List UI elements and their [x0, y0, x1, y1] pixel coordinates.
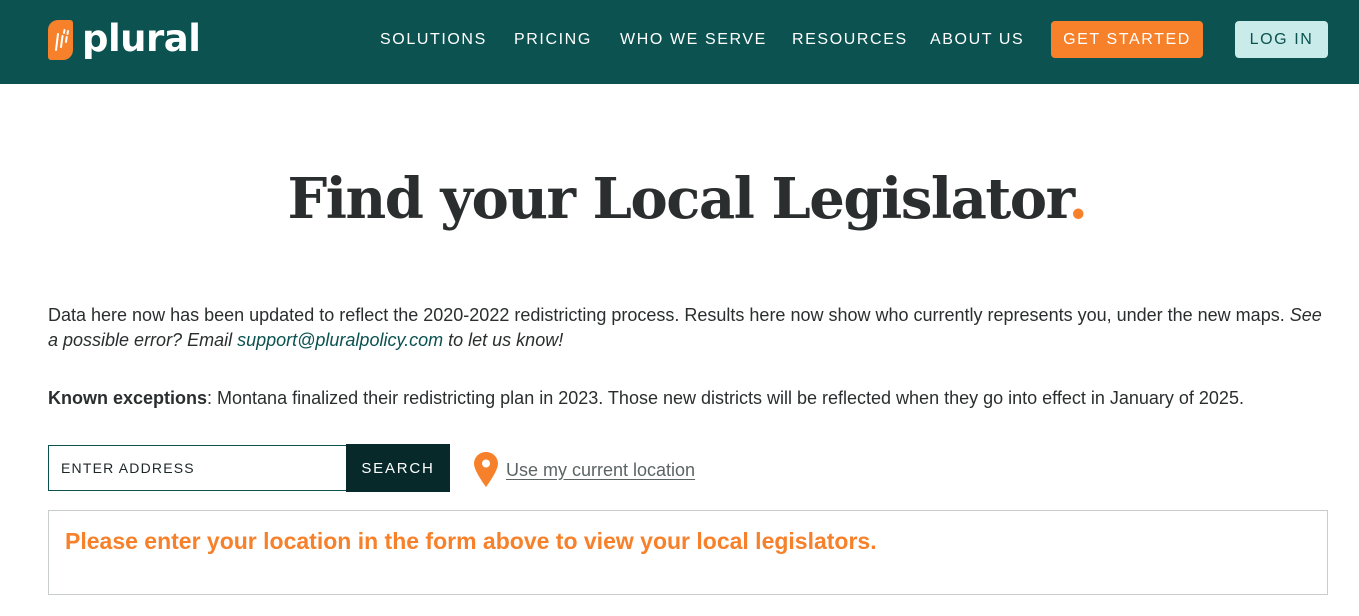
nav-pricing[interactable]: PRICING: [514, 30, 590, 50]
map-pin-icon: [474, 452, 498, 487]
nav-who-we-serve[interactable]: WHO WE SERVE: [620, 30, 765, 50]
logo-wordmark: plural: [82, 16, 201, 60]
notice-text: Data here now has been updated to reflec…: [48, 305, 1285, 325]
use-current-location-label: Use my current location: [506, 459, 696, 480]
redistricting-notice: Data here now has been updated to reflec…: [48, 303, 1328, 353]
known-exceptions-label: Known exceptions: [48, 388, 208, 408]
nav-about-us[interactable]: ABOUT US: [930, 30, 1023, 50]
plural-logo-icon: [48, 20, 73, 60]
main-nav: SOLUTIONS PRICING WHO WE SERVE RESOURCES…: [380, 30, 1052, 50]
nav-resources[interactable]: RESOURCES: [792, 30, 906, 50]
get-started-button[interactable]: GET STARTED: [1051, 21, 1203, 58]
page-title: Find your Local Legislator.: [0, 160, 1359, 238]
error-prompt-suffix: to let us know!: [448, 330, 564, 350]
address-input[interactable]: [48, 445, 347, 491]
title-accent-dot: .: [1068, 166, 1088, 232]
results-panel: Please enter your location in the form a…: [48, 510, 1328, 595]
plural-logo[interactable]: plural: [48, 16, 201, 61]
support-email-link[interactable]: support@pluralpolicy.com: [237, 330, 443, 350]
search-button[interactable]: SEARCH: [346, 444, 450, 492]
use-current-location-link[interactable]: Use my current location: [474, 452, 695, 487]
log-in-button[interactable]: LOG IN: [1235, 21, 1328, 58]
results-empty-message: Please enter your location in the form a…: [65, 528, 877, 554]
site-header: plural SOLUTIONS PRICING WHO WE SERVE RE…: [0, 0, 1359, 84]
nav-solutions[interactable]: SOLUTIONS: [380, 30, 485, 50]
known-exceptions-text: : Montana finalized their redistricting …: [207, 388, 1244, 408]
known-exceptions: Known exceptions: Montana finalized thei…: [48, 386, 1348, 411]
page-title-text: Find your Local Legislator: [287, 166, 1070, 232]
